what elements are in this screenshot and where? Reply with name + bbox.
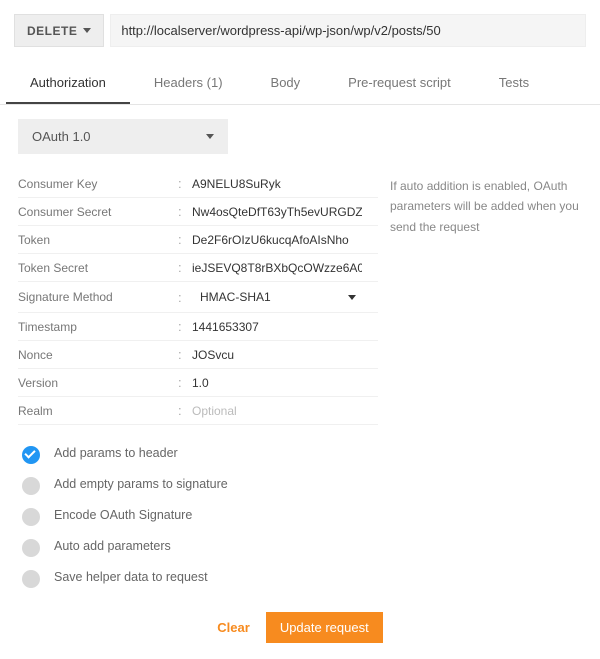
colon: :: [178, 347, 192, 362]
update-request-button[interactable]: Update request: [266, 612, 383, 643]
field-timestamp: Timestamp :: [18, 313, 378, 341]
field-signature-method: Signature Method : HMAC-SHA1: [18, 282, 378, 313]
check-add-empty-params[interactable]: Add empty params to signature: [22, 470, 582, 501]
check-label: Auto add parameters: [54, 538, 171, 556]
check-label: Save helper data to request: [54, 569, 208, 587]
signature-method-value: HMAC-SHA1: [200, 290, 271, 304]
field-token-secret: Token Secret :: [18, 254, 378, 282]
checkmark-icon: [22, 446, 40, 464]
field-token: Token :: [18, 226, 378, 254]
circle-icon: [22, 539, 40, 557]
auth-type-label: OAuth 1.0: [32, 129, 91, 144]
field-realm: Realm :: [18, 397, 378, 425]
auth-options: Add params to header Add empty params to…: [0, 425, 600, 600]
field-consumer-secret: Consumer Secret :: [18, 198, 378, 226]
field-label: Consumer Key: [18, 177, 178, 191]
circle-icon: [22, 477, 40, 495]
auth-params-area: Consumer Key : Consumer Secret : Token :…: [0, 160, 600, 425]
field-label: Token: [18, 233, 178, 247]
version-input[interactable]: [192, 376, 362, 390]
footer-actions: Clear Update request: [0, 600, 600, 659]
colon: :: [178, 204, 192, 219]
consumer-secret-input[interactable]: [192, 205, 362, 219]
auth-type-row: OAuth 1.0: [0, 105, 600, 160]
field-label: Realm: [18, 404, 178, 418]
realm-input[interactable]: [192, 404, 362, 418]
request-bar: DELETE: [0, 0, 600, 57]
http-method-select[interactable]: DELETE: [14, 14, 104, 47]
colon: :: [178, 260, 192, 275]
clear-button[interactable]: Clear: [217, 620, 250, 635]
chevron-down-icon: [83, 28, 91, 33]
timestamp-input[interactable]: [192, 320, 362, 334]
http-method-label: DELETE: [27, 24, 77, 38]
field-version: Version :: [18, 369, 378, 397]
colon: :: [178, 319, 192, 334]
circle-icon: [22, 570, 40, 588]
chevron-down-icon: [206, 134, 214, 139]
check-save-helper[interactable]: Save helper data to request: [22, 563, 582, 594]
auth-type-select[interactable]: OAuth 1.0: [18, 119, 228, 154]
colon: :: [178, 290, 192, 305]
auth-helper-text: If auto addition is enabled, OAuth param…: [390, 170, 582, 425]
tab-prerequest[interactable]: Pre-request script: [324, 61, 475, 104]
token-secret-input[interactable]: [192, 261, 362, 275]
auth-fields: Consumer Key : Consumer Secret : Token :…: [18, 170, 378, 425]
tab-tests[interactable]: Tests: [475, 61, 553, 104]
colon: :: [178, 375, 192, 390]
field-label: Signature Method: [18, 290, 178, 304]
triangle-down-icon: [348, 295, 356, 300]
tab-body[interactable]: Body: [247, 61, 325, 104]
nonce-input[interactable]: [192, 348, 362, 362]
signature-method-select[interactable]: HMAC-SHA1: [192, 288, 362, 306]
check-label: Add empty params to signature: [54, 476, 228, 494]
token-input[interactable]: [192, 233, 362, 247]
field-consumer-key: Consumer Key :: [18, 170, 378, 198]
check-label: Encode OAuth Signature: [54, 507, 192, 525]
field-nonce: Nonce :: [18, 341, 378, 369]
field-label: Nonce: [18, 348, 178, 362]
colon: :: [178, 232, 192, 247]
tabs: Authorization Headers (1) Body Pre-reque…: [0, 61, 600, 105]
consumer-key-input[interactable]: [192, 177, 362, 191]
colon: :: [178, 176, 192, 191]
check-encode-signature[interactable]: Encode OAuth Signature: [22, 501, 582, 532]
check-add-params-header[interactable]: Add params to header: [22, 439, 582, 470]
colon: :: [178, 403, 192, 418]
field-label: Timestamp: [18, 320, 178, 334]
check-auto-add[interactable]: Auto add parameters: [22, 532, 582, 563]
tab-authorization[interactable]: Authorization: [6, 61, 130, 104]
field-label: Version: [18, 376, 178, 390]
tab-headers[interactable]: Headers (1): [130, 61, 247, 104]
check-label: Add params to header: [54, 445, 178, 463]
url-input[interactable]: [110, 14, 586, 47]
circle-icon: [22, 508, 40, 526]
field-label: Token Secret: [18, 261, 178, 275]
field-label: Consumer Secret: [18, 205, 178, 219]
